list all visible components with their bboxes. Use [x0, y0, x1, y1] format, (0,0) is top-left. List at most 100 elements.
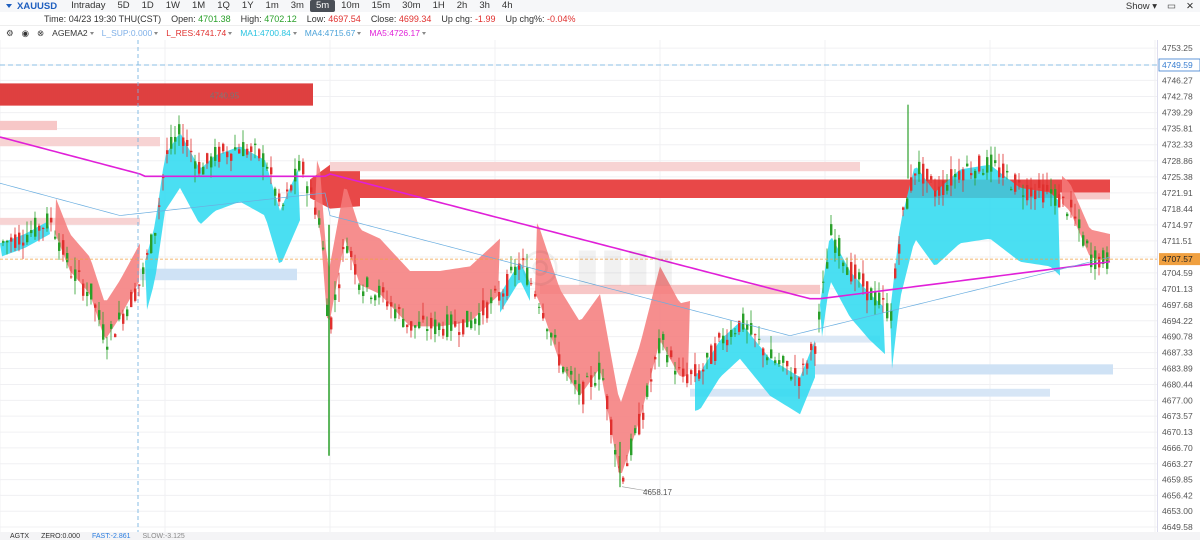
bottom-slow: SLOW:-3.125 [142, 532, 185, 540]
candle [450, 314, 453, 331]
tab-4h[interactable]: 4h [496, 0, 519, 12]
bottom-indicator-name[interactable]: AGTX [10, 533, 29, 540]
tab-3m[interactable]: 3m [285, 0, 310, 12]
tab-1m[interactable]: 1M [186, 0, 211, 12]
candle [610, 419, 613, 435]
candle [74, 269, 77, 281]
tab-30m[interactable]: 30m [396, 0, 426, 12]
bottom-zero: ZERO:0.000 [41, 532, 80, 540]
indicator-ma5[interactable]: MA5:4726.17 [369, 28, 426, 38]
tab-1q[interactable]: 1Q [211, 0, 236, 12]
candle [78, 270, 81, 272]
show-menu[interactable]: Show ▾ [1126, 1, 1157, 12]
tab-10m[interactable]: 10m [335, 0, 365, 12]
symbol-selector[interactable]: XAUUSD [0, 1, 65, 12]
candle [722, 335, 725, 344]
candle [374, 295, 377, 301]
tab-15m[interactable]: 15m [366, 0, 396, 12]
window-icon[interactable]: ▭ [1167, 1, 1176, 12]
candle [266, 166, 269, 169]
candle [1014, 174, 1017, 192]
candle [226, 151, 229, 158]
candle [894, 268, 897, 279]
candle [282, 204, 285, 206]
candle [378, 285, 381, 298]
candle [882, 298, 885, 300]
time-info: Time: 04/23 19:30 THU(CST) [44, 13, 162, 24]
candle [730, 330, 733, 338]
candle [1066, 213, 1069, 217]
candle [814, 346, 817, 354]
tab-3h[interactable]: 3h [473, 0, 496, 12]
candle [650, 379, 653, 382]
indicator-sup[interactable]: L_SUP:0.000 [102, 28, 159, 38]
price-tick-label: 4753.25 [1162, 43, 1193, 53]
candle [546, 329, 549, 332]
candle [646, 385, 649, 397]
candle [906, 198, 909, 209]
support-zone [815, 364, 1113, 375]
indicator-ma1[interactable]: MA1:4700.84 [240, 28, 297, 38]
candle [466, 310, 469, 328]
candle [426, 329, 429, 332]
candle [246, 148, 249, 155]
candle [394, 309, 397, 319]
candle [326, 304, 329, 317]
candle [498, 291, 501, 301]
candle [1042, 184, 1045, 203]
close-icon[interactable]: ✕ [1186, 1, 1194, 12]
candle [770, 349, 773, 359]
eye-icon[interactable]: ◉ [22, 28, 29, 39]
chgp-info: Up chg%: -0.04% [505, 13, 576, 24]
tab-5d[interactable]: 5D [111, 0, 135, 12]
candle [706, 352, 709, 358]
candle [774, 360, 777, 364]
candle [14, 234, 17, 248]
candle [626, 463, 629, 467]
candle [898, 244, 901, 254]
candle [438, 323, 441, 331]
indicator-res[interactable]: L_RES:4741.74 [166, 28, 233, 38]
candle [582, 381, 585, 405]
indicator-name[interactable]: AGEMA2 [52, 28, 94, 38]
price-tick-label: 4656.42 [1162, 490, 1193, 500]
candle [390, 302, 393, 307]
tab-1d[interactable]: 1D [136, 0, 160, 12]
tab-intraday[interactable]: Intraday [65, 0, 111, 12]
candle [1062, 196, 1065, 199]
remove-icon[interactable]: ⊗ [37, 28, 44, 39]
price-tick-label: 4690.78 [1162, 332, 1193, 342]
tab-2h[interactable]: 2h [451, 0, 474, 12]
tab-1w[interactable]: 1W [160, 0, 186, 12]
high-info: High: 4702.12 [240, 13, 297, 24]
candle [998, 167, 1001, 178]
candle [98, 310, 101, 320]
candle [566, 369, 569, 371]
price-chart[interactable]: 4740.95 4658.17 ◎ ▮▮▮▮ [0, 40, 1157, 532]
candle [10, 237, 13, 242]
candle [562, 367, 565, 373]
candle [602, 378, 605, 380]
candle [254, 143, 257, 146]
candle [1022, 195, 1025, 197]
gear-icon[interactable]: ⚙ [6, 28, 14, 39]
candle [70, 276, 73, 278]
tab-1m[interactable]: 1m [260, 0, 285, 12]
tab-1y[interactable]: 1Y [236, 0, 260, 12]
candle [1106, 252, 1109, 269]
indicator-ma4[interactable]: MA4:4715.67 [305, 28, 362, 38]
tab-1h[interactable]: 1H [427, 0, 451, 12]
candle [342, 246, 345, 250]
candle [362, 291, 365, 297]
tab-5m[interactable]: 5m [309, 0, 336, 12]
candle [838, 238, 841, 257]
candle [414, 325, 417, 328]
candle [214, 146, 217, 161]
candle [66, 253, 69, 263]
price-tick-label: 4707.57 [1162, 254, 1193, 264]
candle [274, 188, 277, 196]
candle [690, 370, 693, 375]
candle [494, 288, 497, 291]
candle [874, 291, 877, 306]
candle [502, 293, 505, 297]
